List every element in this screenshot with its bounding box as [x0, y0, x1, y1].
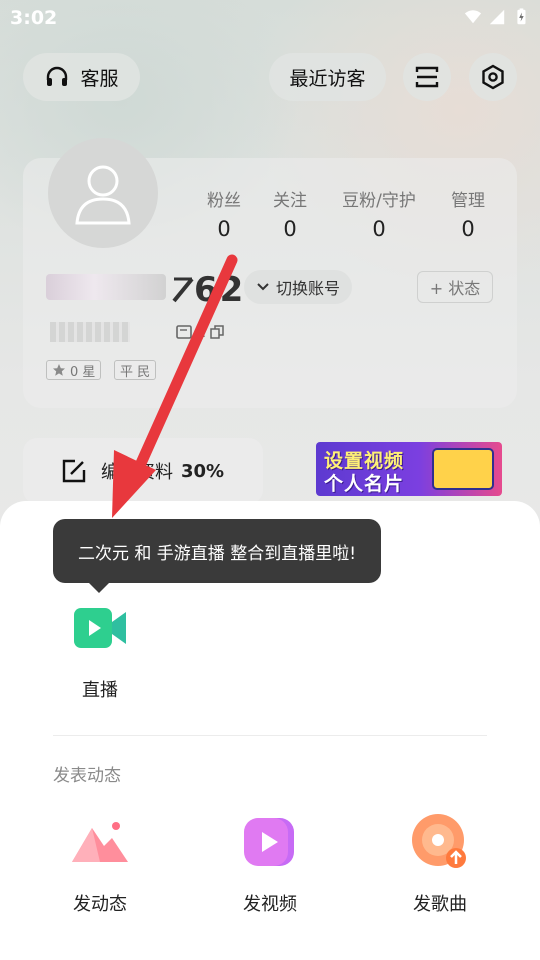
status-label: + 状态 — [429, 279, 481, 298]
recent-visitors-button[interactable]: 最近访客 — [269, 53, 386, 101]
avatar[interactable] — [48, 138, 158, 248]
user-placeholder-icon — [75, 165, 131, 225]
live-button[interactable]: 直播 — [45, 598, 155, 702]
tooltip: 二次元 和 手游直播 整合到直播里啦! — [53, 519, 381, 593]
fan-count[interactable]: 2 — [176, 322, 224, 341]
id-card-icon — [176, 324, 192, 339]
banner-card-illustration — [432, 448, 494, 490]
post-video-label: 发视频 — [243, 894, 297, 915]
post-song-button[interactable]: 发歌曲 — [385, 812, 495, 916]
settings-button[interactable] — [469, 53, 517, 101]
post-moment-button[interactable]: 发动态 — [45, 812, 155, 916]
copy-icon[interactable] — [210, 324, 224, 339]
stat-value: 0 — [461, 217, 475, 241]
chevron-down-icon — [257, 283, 269, 291]
banner-line2: 个人名片 — [324, 473, 405, 495]
stat-value: 0 — [372, 217, 386, 241]
stat-value: 0 — [217, 217, 231, 241]
edit-profile-label: 编辑资料 — [101, 462, 173, 483]
post-song-label: 发歌曲 — [413, 894, 467, 915]
battery-icon — [517, 8, 526, 25]
gear-icon — [482, 64, 504, 90]
stat-guard[interactable]: 豆粉/守护 0 — [336, 186, 422, 241]
status-time: 3:02 — [10, 7, 58, 29]
section-post-label: 发表动态 — [53, 766, 121, 786]
headset-icon — [47, 66, 68, 86]
stat-admin[interactable]: 管理 0 — [444, 186, 492, 241]
wifi-icon — [464, 10, 482, 24]
stat-label: 管理 — [451, 191, 485, 211]
switch-account-label: 切换账号 — [276, 279, 341, 298]
image-icon — [72, 822, 128, 862]
star-badge: 0 星 — [46, 360, 102, 380]
music-disc-icon — [412, 814, 466, 868]
tooltip-text: 二次元 和 手游直播 整合到直播里啦! — [77, 543, 357, 564]
signal-icon — [489, 9, 505, 25]
scan-button[interactable] — [403, 53, 451, 101]
fan-count-value: 2 — [196, 322, 207, 341]
signature-blurred — [50, 322, 130, 342]
stat-label: 豆粉/守护 — [342, 191, 416, 211]
stat-label: 关注 — [273, 191, 307, 211]
stat-following[interactable]: 关注 0 — [266, 186, 314, 241]
status-bar: 3:02 — [0, 0, 540, 36]
username-blurred — [46, 274, 166, 300]
rank-badge-label: 平 民 — [120, 364, 151, 380]
edit-profile-button[interactable]: 编辑资料 30% — [23, 438, 263, 504]
switch-account-button[interactable]: 切换账号 — [244, 270, 353, 304]
star-badge-label: 0 星 — [70, 364, 96, 380]
video-camera-icon — [74, 608, 126, 648]
edit-icon — [62, 459, 86, 483]
video-card-banner[interactable]: 设置视频 个人名片 — [316, 442, 502, 496]
post-video-button[interactable]: 发视频 — [215, 812, 325, 916]
user-id: 62 — [172, 270, 245, 310]
stat-value: 0 — [283, 217, 297, 241]
star-icon — [53, 364, 65, 376]
divider — [53, 735, 487, 736]
post-moment-label: 发动态 — [73, 894, 127, 915]
rank-badge: 平 民 — [114, 360, 157, 380]
stat-fans[interactable]: 粉丝 0 — [200, 186, 248, 241]
recent-visitors-label: 最近访客 — [289, 67, 366, 90]
status-button[interactable]: + 状态 — [417, 271, 493, 303]
pen-mark-icon — [172, 277, 194, 303]
edit-profile-percent: 30% — [181, 460, 225, 482]
stat-label: 粉丝 — [207, 191, 241, 211]
play-video-icon — [244, 818, 294, 866]
customer-service-button[interactable]: 客服 — [23, 53, 140, 101]
customer-service-label: 客服 — [80, 67, 119, 90]
scan-icon — [415, 66, 439, 88]
live-label: 直播 — [82, 680, 118, 701]
